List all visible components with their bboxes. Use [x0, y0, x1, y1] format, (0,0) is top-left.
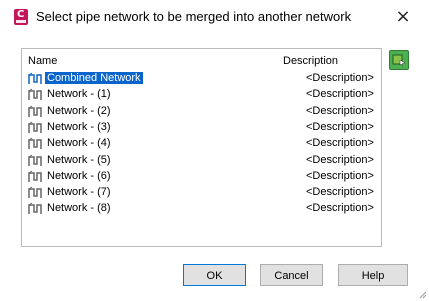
cancel-button[interactable]: Cancel	[260, 264, 323, 286]
network-description: <Description>	[306, 120, 374, 133]
network-name: Combined Network	[45, 72, 143, 84]
network-name: Network - (1)	[47, 88, 111, 101]
network-name: Network - (5)	[47, 153, 111, 166]
list-item[interactable]: Combined Network <Description>	[28, 71, 374, 87]
title-bar: C Select pipe network to be merged into …	[0, 0, 429, 38]
pipe-network-icon	[28, 154, 42, 166]
app-icon: C	[14, 9, 28, 25]
network-name: Network - (4)	[47, 137, 111, 150]
pick-icon	[392, 54, 406, 67]
list-item[interactable]: Network - (1) <Description>	[28, 87, 374, 103]
network-name: Network - (7)	[47, 186, 111, 199]
column-header-name[interactable]: Name	[28, 55, 57, 67]
network-name: Network - (2)	[47, 104, 111, 117]
list-item[interactable]: Network - (2) <Description>	[28, 104, 374, 120]
network-description: <Description>	[306, 104, 374, 117]
pipe-network-icon	[28, 202, 42, 215]
select-from-drawing-button[interactable]	[389, 50, 409, 70]
pipe-network-icon	[28, 170, 42, 182]
list-item[interactable]: Network - (4) <Description>	[28, 136, 374, 152]
pipe-network-icon	[28, 72, 42, 84]
network-list[interactable]: Name Description Combined Network <Descri…	[21, 48, 382, 247]
ok-button[interactable]: OK	[183, 264, 246, 286]
network-description: <Description>	[306, 88, 374, 101]
resize-grip-icon[interactable]	[417, 289, 427, 299]
pipe-network-icon	[28, 186, 42, 199]
network-description: <Description>	[306, 202, 374, 215]
list-item[interactable]: Network - (3) <Description>	[28, 120, 374, 136]
network-name: Network - (6)	[47, 169, 111, 182]
close-button[interactable]: ×	[393, 6, 413, 28]
network-description: <Description>	[306, 153, 374, 166]
list-item[interactable]: Network - (8) <Description>	[28, 201, 374, 217]
list-item[interactable]: Network - (7) <Description>	[28, 185, 374, 201]
network-description: <Description>	[306, 72, 374, 84]
help-button[interactable]: Help	[338, 264, 408, 286]
pipe-network-icon	[28, 105, 42, 117]
network-name: Network - (3)	[47, 120, 111, 133]
network-name: Network - (8)	[47, 202, 111, 215]
pipe-network-icon	[28, 121, 42, 133]
list-item[interactable]: Network - (5) <Description>	[28, 153, 374, 169]
network-description: <Description>	[306, 137, 374, 150]
pipe-network-icon	[28, 88, 42, 101]
pipe-network-icon	[28, 137, 42, 150]
network-description: <Description>	[306, 186, 374, 199]
column-header-description[interactable]: Description	[283, 55, 338, 67]
list-item[interactable]: Network - (6) <Description>	[28, 169, 374, 185]
network-description: <Description>	[306, 169, 374, 182]
window-title: Select pipe network to be merged into an…	[36, 9, 352, 24]
